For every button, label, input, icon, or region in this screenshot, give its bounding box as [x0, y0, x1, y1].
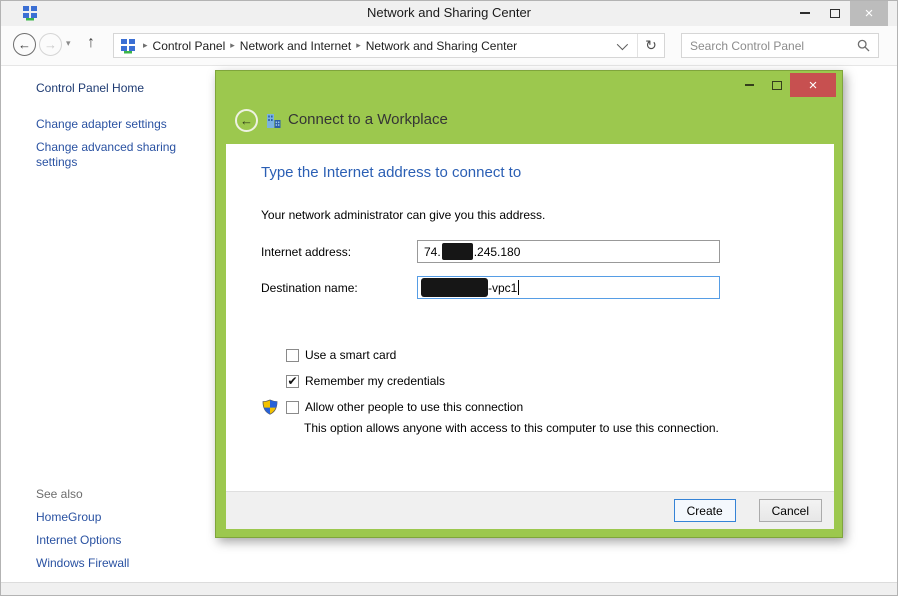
wizard-footer: Create Cancel [226, 491, 834, 529]
maximize-icon [772, 81, 782, 90]
close-button[interactable]: × [850, 0, 888, 26]
dialog-close-button[interactable]: × [790, 73, 836, 97]
back-arrow-icon: ← [240, 113, 253, 128]
uac-shield-icon [262, 399, 278, 415]
breadcrumb-separator-icon: ▸ [351, 40, 366, 51]
sidebar-item-internet-options[interactable]: Internet Options [36, 533, 121, 547]
dialog-maximize-button[interactable] [763, 73, 790, 97]
address-toolbar: ← → ▾ ↑ ▸ Control Panel ▸ Network and In… [1, 26, 897, 66]
smart-card-label: Use a smart card [305, 348, 396, 362]
internet-address-value-prefix: 74. [424, 245, 441, 259]
dialog-minimize-button[interactable] [736, 73, 763, 97]
address-dropdown-icon[interactable] [617, 38, 628, 49]
search-box[interactable] [681, 33, 879, 58]
back-button[interactable]: ← [13, 33, 36, 56]
forward-arrow-icon: → [44, 37, 57, 52]
minimize-icon [800, 12, 810, 14]
connect-to-workplace-dialog: × ← Connect to a Workplace Type the Inte… [215, 70, 843, 538]
wizard-back-button[interactable]: ← [235, 109, 258, 132]
sidebar-item-change-advanced-sharing-settings[interactable]: Change advanced sharing settings [36, 140, 188, 170]
minimize-button[interactable] [790, 0, 820, 26]
maximize-button[interactable] [820, 0, 850, 26]
breadcrumb-item-network-and-internet[interactable]: Network and Internet [240, 39, 351, 53]
text-caret [518, 280, 519, 295]
search-input[interactable] [690, 39, 857, 53]
up-button[interactable]: ↑ [87, 34, 95, 52]
maximize-icon [830, 9, 840, 18]
remember-credentials-checkbox-row[interactable]: ✔ Remember my credentials [286, 374, 445, 388]
allow-others-note: This option allows anyone with access to… [304, 421, 719, 435]
remember-credentials-label: Remember my credentials [305, 374, 445, 388]
window-caption-buttons: × [790, 0, 888, 26]
breadcrumb-item-network-and-sharing-center[interactable]: Network and Sharing Center [366, 39, 517, 53]
smart-card-checkbox-row[interactable]: Use a smart card [286, 348, 396, 362]
dialog-title: Connect to a Workplace [288, 111, 448, 128]
close-icon: × [865, 5, 874, 22]
back-arrow-icon: ← [18, 37, 31, 52]
sidebar-item-control-panel-home[interactable]: Control Panel Home [36, 81, 144, 95]
window-title: Network and Sharing Center [0, 5, 898, 20]
check-icon: ✔ [287, 375, 297, 387]
destination-name-field[interactable]: -vpc1 [417, 276, 720, 299]
internet-address-label: Internet address: [261, 245, 351, 259]
sidebar-see-also-heading: See also [36, 487, 83, 501]
breadcrumb[interactable]: ▸ Control Panel ▸ Network and Internet ▸… [113, 33, 665, 58]
sidebar-item-homegroup[interactable]: HomeGroup [36, 510, 101, 524]
redaction-box [442, 243, 473, 260]
destination-name-label: Destination name: [261, 281, 358, 295]
allow-others-label: Allow other people to use this connectio… [305, 400, 523, 414]
recent-pages-dropdown[interactable]: ▾ [66, 38, 71, 49]
breadcrumb-separator-icon: ▸ [225, 40, 240, 51]
allow-others-checkbox-row[interactable]: Allow other people to use this connectio… [286, 400, 523, 414]
cancel-button[interactable]: Cancel [759, 499, 822, 522]
dialog-caption-buttons: × [736, 73, 836, 97]
breadcrumb-item-control-panel[interactable]: Control Panel [153, 39, 226, 53]
close-icon: × [809, 77, 818, 94]
destination-name-value-suffix: -vpc1 [488, 281, 517, 295]
wizard-subheading: Your network administrator can give you … [261, 208, 545, 222]
minimize-icon [745, 84, 754, 86]
refresh-icon: ↻ [645, 37, 657, 54]
allow-others-checkbox[interactable] [286, 401, 299, 414]
control-panel-icon [120, 38, 136, 54]
create-button[interactable]: Create [674, 499, 736, 522]
sidebar-item-change-adapter-settings[interactable]: Change adapter settings [36, 117, 167, 131]
breadcrumb-separator-icon: ▸ [138, 40, 153, 51]
wizard-body: Type the Internet address to connect to … [226, 144, 834, 529]
wizard-nav: ← Connect to a Workplace [216, 97, 842, 144]
workplace-icon [264, 112, 282, 130]
internet-address-value-suffix: .245.180 [474, 245, 521, 259]
forward-button[interactable]: → [39, 33, 62, 56]
wizard-heading: Type the Internet address to connect to [261, 164, 521, 181]
remember-credentials-checkbox[interactable]: ✔ [286, 375, 299, 388]
window-titlebar: Network and Sharing Center × [0, 0, 898, 26]
redaction-box [421, 278, 488, 297]
internet-address-field[interactable]: 74. .245.180 [417, 240, 720, 263]
sidebar-item-windows-firewall[interactable]: Windows Firewall [36, 556, 129, 570]
smart-card-checkbox[interactable] [286, 349, 299, 362]
refresh-button[interactable]: ↻ [638, 34, 664, 57]
search-icon [857, 39, 870, 52]
window-bottom-frame [1, 582, 897, 595]
breadcrumb-controls: ↻ [617, 34, 664, 57]
